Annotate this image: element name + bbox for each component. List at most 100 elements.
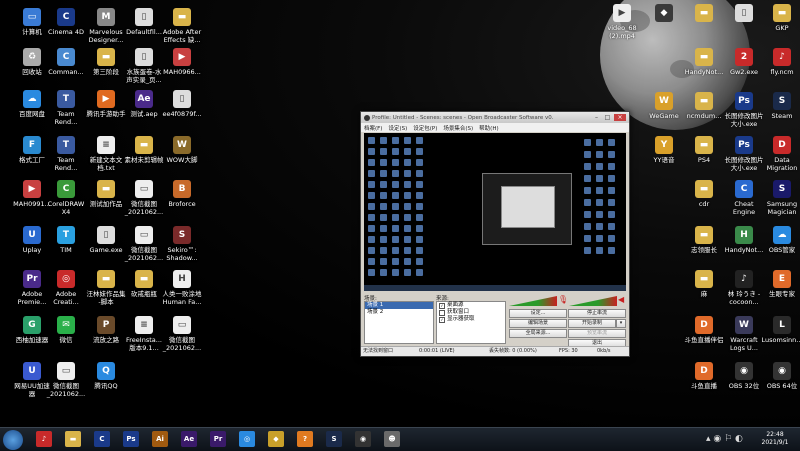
desktop-icon[interactable]: ▭ 微信截图 _2021062... bbox=[158, 316, 206, 352]
menu-profiles[interactable]: 设定包(P) bbox=[413, 124, 437, 132]
team-render-icon: T bbox=[57, 136, 75, 154]
premiere-icon[interactable]: Pr bbox=[210, 431, 226, 447]
source-item[interactable]: ✓ 桌面源 bbox=[437, 302, 505, 309]
desktop-icon-label: Broforce bbox=[168, 200, 196, 208]
desktop-icon-label: Samsung Magician bbox=[766, 200, 798, 216]
game-icon[interactable]: ☻ bbox=[384, 431, 400, 447]
preview-icon bbox=[416, 181, 423, 188]
game-icon[interactable]: ◆ bbox=[268, 431, 284, 447]
sekiro-icon: S bbox=[173, 226, 191, 244]
source-label: 桌面源 bbox=[447, 302, 464, 308]
status-message: 无法找到窗口 bbox=[363, 348, 394, 354]
desktop-icon[interactable]: ▶ MAH0966... bbox=[158, 48, 206, 76]
preview-icon bbox=[404, 236, 411, 243]
record-dropdown-button[interactable]: ▾ bbox=[616, 319, 626, 328]
menu-scene-collections[interactable]: 场景集合(S) bbox=[443, 124, 473, 132]
desktop-icon[interactable]: L Lusomsinn... bbox=[758, 316, 800, 344]
desktop-icon[interactable]: D Data Migration bbox=[758, 136, 800, 172]
photoshop-icon[interactable]: Ps bbox=[123, 431, 139, 447]
desktop-icon[interactable]: B Broforce bbox=[158, 180, 206, 208]
data-migration-icon: D bbox=[773, 136, 791, 154]
obs-window[interactable]: Profile: Untitled - Scenes: scenes - Ope… bbox=[360, 111, 630, 357]
global-sources-button[interactable]: 全局来源... bbox=[509, 329, 567, 338]
obs-menubar: 档案(F) 设定(S) 设定包(P) 场景集合(S) 帮助(H) bbox=[361, 123, 629, 132]
desktop-icon[interactable]: ▶ video_68 (2).mp4 bbox=[598, 4, 646, 40]
illustrator-icon[interactable]: Ai bbox=[152, 431, 168, 447]
preview-icon bbox=[584, 151, 591, 158]
preview-icon bbox=[404, 192, 411, 199]
desktop-icon[interactable]: W WOW大脚 bbox=[158, 136, 206, 164]
desktop-volume-meter[interactable] bbox=[569, 296, 617, 306]
orange-app-icon[interactable]: ? bbox=[297, 431, 313, 447]
checkbox[interactable]: ✓ bbox=[439, 302, 445, 309]
desktop-icon[interactable]: ◉ OBS 64位 bbox=[758, 362, 800, 390]
cinema4d-icon[interactable]: C bbox=[94, 431, 110, 447]
after-effects-icon[interactable]: Ae bbox=[181, 431, 197, 447]
image-file-icon: ▭ bbox=[173, 316, 191, 334]
clock-time: 22:48 bbox=[766, 431, 784, 438]
uu-icon: U bbox=[23, 362, 41, 380]
menu-help[interactable]: 帮助(H) bbox=[479, 124, 498, 132]
edit-scene-button[interactable]: 编辑场景 bbox=[509, 319, 567, 328]
source-item[interactable]: 获取窗口 bbox=[437, 309, 505, 316]
preview-icon bbox=[404, 225, 411, 232]
desktop-icon[interactable]: Q 腾讯QQ bbox=[82, 362, 130, 390]
desktop-icon-label: Data Migration bbox=[766, 156, 798, 172]
qq-icon: Q bbox=[97, 362, 115, 380]
stop-stream-button[interactable]: 停止串流 bbox=[568, 309, 626, 318]
netease-music-icon[interactable]: ♪ bbox=[36, 431, 52, 447]
desktop-icon[interactable]: ▬ Adobe After Effects 缺... bbox=[158, 8, 206, 44]
menu-file[interactable]: 档案(F) bbox=[364, 124, 382, 132]
desktop-icon[interactable]: S Samsung Magician bbox=[758, 180, 800, 216]
exe-icon: ▯ bbox=[97, 226, 115, 244]
preview-icon bbox=[368, 203, 375, 210]
preview-icon bbox=[596, 139, 603, 146]
desktop-icon[interactable]: ☁ OBS管家 bbox=[758, 226, 800, 254]
desktop-icon[interactable]: H 人类一败涂地 Human Fa... bbox=[158, 270, 206, 306]
desktop-icon[interactable]: ♪ fly.ncm bbox=[758, 48, 800, 76]
desktop-icon-label: Adobe After Effects 缺... bbox=[162, 28, 202, 44]
preview-icon bbox=[584, 139, 591, 146]
scenes-list[interactable]: 场景 1 场景 2 bbox=[364, 301, 434, 344]
folder-icon[interactable]: ▬ bbox=[65, 431, 81, 447]
desktop-icon[interactable]: E 生眼专家 bbox=[758, 270, 800, 298]
desktop-icon[interactable]: ▯ ee4f0879f... bbox=[158, 90, 206, 118]
chrome-icon[interactable]: ◎ bbox=[239, 431, 255, 447]
desktop-icon-label: Steam bbox=[771, 112, 793, 120]
preview-icon bbox=[392, 225, 399, 232]
minimize-icon[interactable]: – bbox=[592, 114, 601, 121]
eye-icon: E bbox=[773, 270, 791, 288]
preview-icon bbox=[416, 236, 423, 243]
settings-button[interactable]: 设定... bbox=[509, 309, 567, 318]
audio-meters: 🎙 ◀ bbox=[507, 294, 626, 306]
preview-icon bbox=[380, 214, 387, 221]
checkbox[interactable]: ✓ bbox=[439, 316, 445, 323]
close-icon[interactable]: × bbox=[614, 114, 626, 121]
scene-item[interactable]: 场景 1 bbox=[365, 302, 433, 309]
maximize-icon[interactable]: □ bbox=[603, 114, 612, 121]
preview-icon bbox=[392, 159, 399, 166]
desktop-icon[interactable]: ▬ GKP bbox=[758, 4, 800, 32]
preview-stream-button[interactable]: 预览串流 bbox=[568, 329, 626, 338]
obs-icon[interactable]: ◉ bbox=[355, 431, 371, 447]
scene-item[interactable]: 场景 2 bbox=[365, 309, 433, 316]
folder-icon: ▬ bbox=[97, 48, 115, 66]
speaker-icon[interactable]: ◀ bbox=[618, 295, 626, 305]
obs-titlebar[interactable]: Profile: Untitled - Scenes: scenes - Ope… bbox=[361, 112, 629, 123]
clock[interactable]: 22:48 2021/9/1 bbox=[752, 431, 798, 447]
sources-list[interactable]: ✓ 桌面源 获取窗口 ✓ 显示器获取 bbox=[436, 301, 506, 344]
checkbox[interactable] bbox=[439, 309, 445, 316]
desktop-icon[interactable]: S Sekiro™: Shadow... bbox=[158, 226, 206, 262]
mic-icon[interactable]: 🎙 bbox=[558, 295, 568, 305]
app-icon: L bbox=[773, 316, 791, 334]
tray-icons[interactable]: ▴ ◉ ⚐ ◐ bbox=[706, 434, 743, 444]
desktop-icon[interactable]: S Steam bbox=[758, 92, 800, 120]
start-record-button[interactable]: 开始录制 bbox=[568, 319, 616, 328]
baidu-icon: ☁ bbox=[23, 90, 41, 108]
menu-settings[interactable]: 设定(S) bbox=[388, 124, 407, 132]
mic-volume-meter[interactable] bbox=[509, 296, 557, 306]
source-item[interactable]: ✓ 显示器获取 bbox=[437, 316, 505, 323]
start-button[interactable] bbox=[3, 430, 23, 450]
folder-icon: ▬ bbox=[695, 180, 713, 198]
steam-icon[interactable]: S bbox=[326, 431, 342, 447]
